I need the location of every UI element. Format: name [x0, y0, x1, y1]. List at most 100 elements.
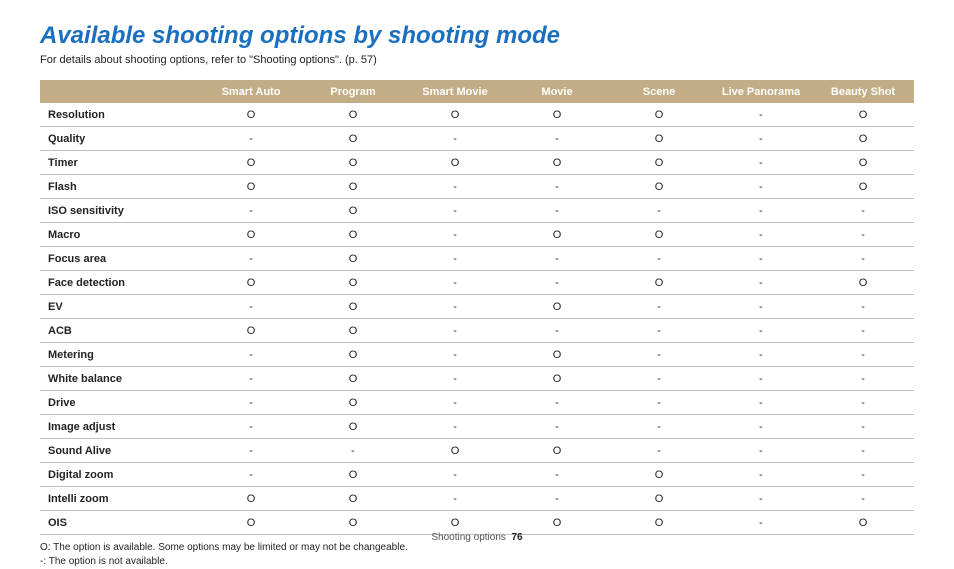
cell: O	[200, 511, 302, 535]
cell: O	[200, 103, 302, 127]
cell: O	[506, 223, 608, 247]
column-header: Smart Movie	[404, 80, 506, 103]
row-label: Flash	[40, 175, 200, 199]
cell: -	[404, 175, 506, 199]
cell: O	[200, 151, 302, 175]
cell: -	[710, 439, 812, 463]
table-row: Intelli zoomOO--O--	[40, 487, 914, 511]
cell: O	[302, 247, 404, 271]
table-row: Face detectionOO--O-O	[40, 271, 914, 295]
row-label: Drive	[40, 391, 200, 415]
cell: -	[608, 415, 710, 439]
cell: O	[302, 415, 404, 439]
cell: -	[812, 295, 914, 319]
cell: -	[200, 343, 302, 367]
cell: -	[506, 199, 608, 223]
column-header: Movie	[506, 80, 608, 103]
row-label: OIS	[40, 511, 200, 535]
cell: -	[812, 319, 914, 343]
footer-section: Shooting options	[431, 532, 506, 543]
cell: -	[710, 127, 812, 151]
cell: -	[812, 463, 914, 487]
cell: -	[506, 415, 608, 439]
row-label: Sound Alive	[40, 439, 200, 463]
cell: O	[506, 511, 608, 535]
cell: -	[506, 247, 608, 271]
cell: -	[506, 271, 608, 295]
cell: O	[608, 487, 710, 511]
cell: O	[200, 223, 302, 247]
table-row: White balance-O-O---	[40, 367, 914, 391]
cell: -	[812, 343, 914, 367]
row-label: Quality	[40, 127, 200, 151]
cell: O	[506, 343, 608, 367]
cell: -	[404, 223, 506, 247]
cell: -	[404, 319, 506, 343]
row-label: Macro	[40, 223, 200, 247]
table-row: Digital zoom-O--O--	[40, 463, 914, 487]
cell: O	[302, 295, 404, 319]
cell: O	[302, 199, 404, 223]
table-row: Metering-O-O---	[40, 343, 914, 367]
table-row: Image adjust-O-----	[40, 415, 914, 439]
cell: -	[506, 175, 608, 199]
cell: -	[404, 247, 506, 271]
cell: O	[302, 151, 404, 175]
cell: O	[812, 103, 914, 127]
cell: O	[506, 103, 608, 127]
cell: O	[608, 271, 710, 295]
cell: -	[200, 463, 302, 487]
note-unavailable: -: The option is not available.	[40, 555, 914, 569]
column-header: Scene	[608, 80, 710, 103]
cell: -	[200, 199, 302, 223]
cell: O	[200, 271, 302, 295]
cell: O	[302, 223, 404, 247]
cell: -	[710, 319, 812, 343]
cell: O	[608, 103, 710, 127]
cell: -	[404, 343, 506, 367]
cell: O	[200, 175, 302, 199]
table-row: Focus area-O-----	[40, 247, 914, 271]
cell: -	[812, 391, 914, 415]
column-header: Program	[302, 80, 404, 103]
cell: O	[404, 439, 506, 463]
cell: -	[200, 391, 302, 415]
cell: O	[302, 175, 404, 199]
cell: -	[710, 247, 812, 271]
cell: -	[200, 439, 302, 463]
cell: O	[608, 511, 710, 535]
table-row: Sound Alive--OO---	[40, 439, 914, 463]
cell: -	[608, 343, 710, 367]
cell: -	[506, 391, 608, 415]
cell: -	[200, 415, 302, 439]
cell: -	[710, 199, 812, 223]
table-row: TimerOOOOO-O	[40, 151, 914, 175]
cell: O	[812, 127, 914, 151]
row-label: EV	[40, 295, 200, 319]
row-label: Focus area	[40, 247, 200, 271]
cell: O	[506, 295, 608, 319]
cell: -	[608, 247, 710, 271]
cell: O	[302, 367, 404, 391]
cell: -	[710, 487, 812, 511]
cell: O	[302, 391, 404, 415]
table-row: FlashOO--O-O	[40, 175, 914, 199]
cell: -	[608, 319, 710, 343]
cell: O	[404, 511, 506, 535]
cell: -	[506, 127, 608, 151]
cell: O	[302, 319, 404, 343]
cell: -	[608, 391, 710, 415]
cell: -	[404, 127, 506, 151]
column-header: Live Panorama	[710, 80, 812, 103]
cell: O	[200, 487, 302, 511]
cell: -	[404, 199, 506, 223]
cell: O	[302, 271, 404, 295]
row-label: Timer	[40, 151, 200, 175]
column-header-blank	[40, 80, 200, 103]
note-available: O: The option is available. Some options…	[40, 541, 914, 555]
cell: O	[608, 151, 710, 175]
page-title: Available shooting options by shooting m…	[40, 22, 914, 50]
cell: O	[302, 487, 404, 511]
cell: -	[710, 343, 812, 367]
cell: -	[200, 127, 302, 151]
